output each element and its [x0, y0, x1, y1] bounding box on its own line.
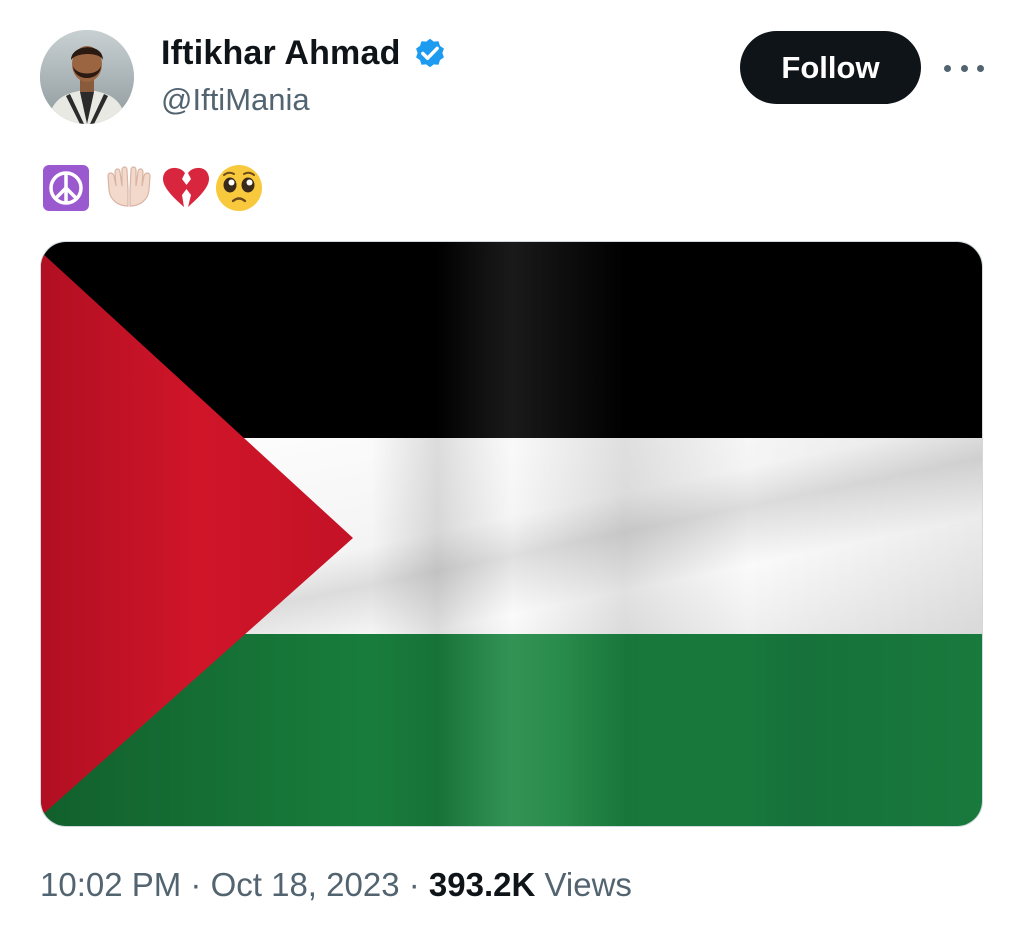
tweet-text	[42, 160, 264, 216]
verified-badge-icon[interactable]	[411, 34, 449, 72]
follow-button[interactable]: Follow	[740, 31, 921, 104]
author-name-row[interactable]: Iftikhar Ahmad	[161, 33, 449, 73]
tweet-media-image[interactable]	[40, 241, 983, 827]
meta-separator: ·	[408, 866, 420, 903]
avatar[interactable]	[40, 30, 134, 124]
views-label: Views	[544, 866, 632, 903]
more-dot	[944, 64, 951, 72]
more-dot	[977, 64, 984, 72]
palestine-flag-image	[41, 242, 982, 826]
author-name[interactable]: Iftikhar Ahmad	[161, 34, 401, 73]
tweet-time[interactable]: 10:02 PM	[40, 866, 181, 903]
more-options-icon[interactable]	[944, 58, 984, 78]
meta-separator: ·	[190, 866, 202, 903]
author-handle[interactable]: @IftiMania	[161, 82, 310, 118]
pleading-face-icon	[214, 163, 264, 213]
views-count[interactable]: 393.2K	[429, 866, 535, 903]
more-dot	[960, 64, 968, 72]
tweet-date[interactable]: Oct 18, 2023	[211, 866, 400, 903]
peace-symbol-icon	[42, 164, 90, 212]
tweet-meta: 10:02 PM · Oct 18, 2023 · 393.2K Views	[40, 866, 632, 904]
avatar-image	[40, 30, 134, 124]
broken-heart-icon	[160, 165, 212, 211]
palms-up-together-icon	[104, 166, 154, 210]
